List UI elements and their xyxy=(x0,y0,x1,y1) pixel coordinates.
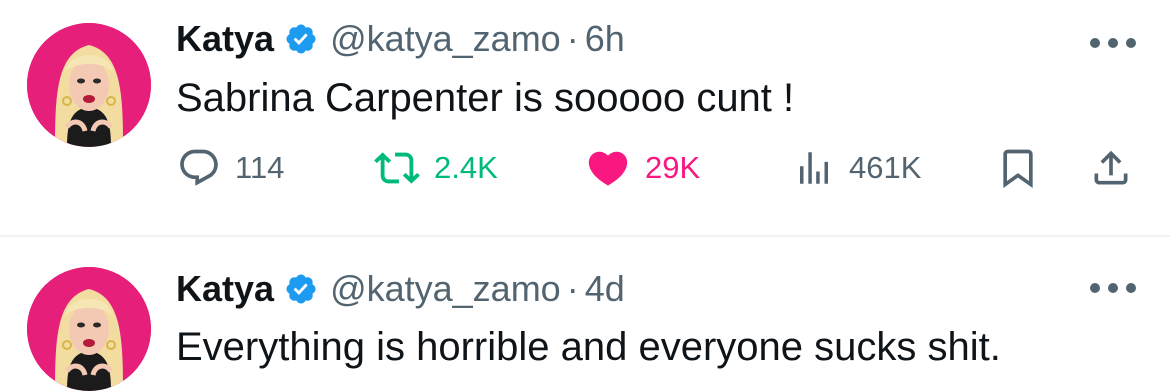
tweet-timestamp[interactable]: 4d xyxy=(585,267,625,311)
like-button[interactable]: 29K xyxy=(585,140,700,196)
avatar[interactable] xyxy=(27,23,151,147)
bookmark-icon xyxy=(1003,149,1033,189)
avatar-image xyxy=(27,23,151,147)
tweet-text: Sabrina Carpenter is sooooo cunt ! xyxy=(176,76,795,120)
tweet-header: Katya @katya_zamo · 6h xyxy=(176,17,625,61)
tweet-timestamp[interactable]: 6h xyxy=(585,17,625,61)
reply-icon xyxy=(180,149,218,186)
bookmark-button[interactable] xyxy=(996,140,1040,196)
tweet[interactable]: Katya @katya_zamo · 6h Sabrina Carpenter… xyxy=(0,0,1170,235)
separator-dot: · xyxy=(566,268,579,309)
more-options-icon[interactable] xyxy=(1088,36,1138,50)
more-options-icon[interactable] xyxy=(1088,281,1138,295)
view-count: 461K xyxy=(849,150,922,185)
heart-icon xyxy=(588,151,628,186)
retweet-button[interactable]: 2.4K xyxy=(374,140,498,196)
share-button[interactable] xyxy=(1089,140,1133,196)
author-handle[interactable]: @katya_zamo xyxy=(330,17,561,61)
views-button[interactable]: 461K xyxy=(793,140,921,196)
author-name[interactable]: Katya xyxy=(176,267,274,311)
retweet-icon xyxy=(374,152,420,184)
avatar[interactable] xyxy=(27,267,151,391)
reply-button[interactable]: 114 xyxy=(177,140,284,196)
reply-count: 114 xyxy=(235,150,285,185)
retweet-count: 2.4K xyxy=(434,150,498,185)
verified-badge-icon[interactable] xyxy=(284,272,318,306)
verified-badge-icon[interactable] xyxy=(284,22,318,56)
tweet[interactable]: Katya @katya_zamo · 4d Everything is hor… xyxy=(0,237,1170,391)
author-name[interactable]: Katya xyxy=(176,17,274,61)
separator-dot: · xyxy=(566,18,579,59)
like-count: 29K xyxy=(645,150,701,185)
share-icon xyxy=(1094,150,1128,185)
author-handle[interactable]: @katya_zamo xyxy=(330,267,561,311)
views-icon xyxy=(800,152,828,184)
avatar-image xyxy=(27,267,151,391)
tweet-text: Everything is horrible and everyone suck… xyxy=(176,325,1001,369)
tweet-header: Katya @katya_zamo · 4d xyxy=(176,267,625,311)
tweet-actions: 114 2.4K 29K 461K xyxy=(0,140,1170,196)
